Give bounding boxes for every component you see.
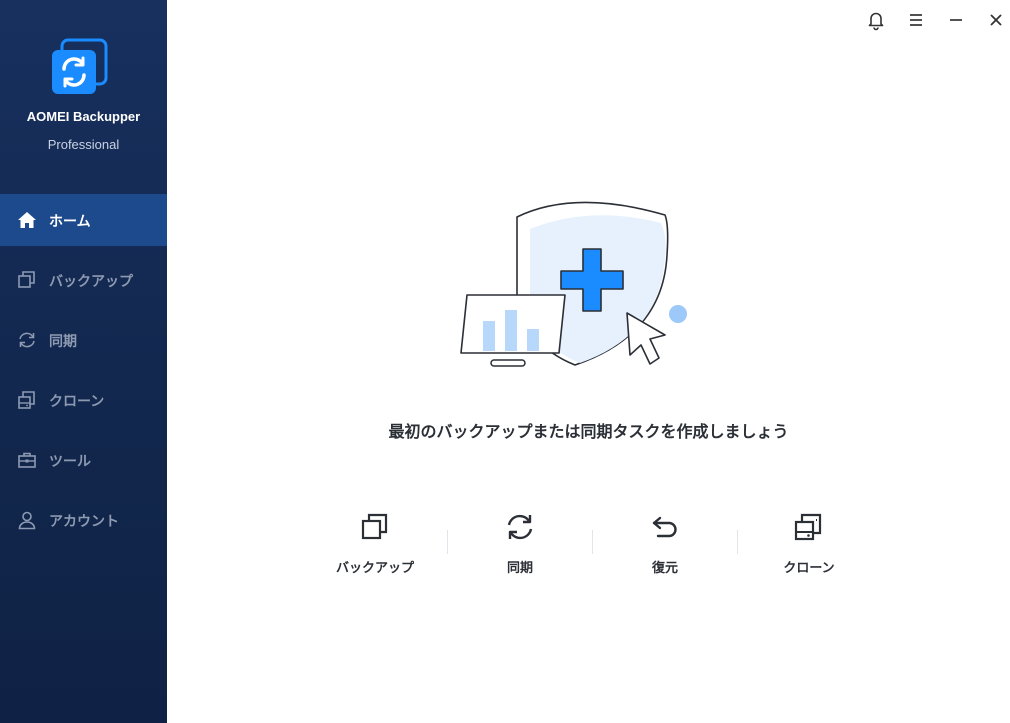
product-edition: Professional xyxy=(47,137,120,152)
headline: 最初のバックアップまたは同期タスクを作成しましょう xyxy=(388,422,789,441)
sidebar-item-label: ホーム xyxy=(49,214,91,230)
hero-illustration xyxy=(460,201,687,367)
action-label: バックアップ xyxy=(335,561,414,576)
user-icon xyxy=(18,511,36,530)
sidebar-item-label: 同期 xyxy=(49,334,77,350)
sync-icon xyxy=(507,514,533,540)
action-label: 同期 xyxy=(506,561,533,576)
action-clone-button[interactable]: クローン xyxy=(754,510,864,580)
sidebar: AOMEI Backupper Professional ホーム バックアップ xyxy=(0,0,167,723)
app-logo-icon xyxy=(50,38,110,98)
sidebar-item-sync[interactable]: 同期 xyxy=(0,314,167,366)
action-label: クローン xyxy=(783,561,835,576)
sidebar-nav: ホーム バックアップ 同期 クローン ツール アカウント xyxy=(0,194,167,554)
product-name: AOMEI Backupper xyxy=(26,109,141,124)
action-backup-button[interactable]: バックアップ xyxy=(320,510,430,580)
minimize-icon[interactable] xyxy=(945,9,967,31)
bell-icon[interactable] xyxy=(865,9,887,31)
sidebar-item-account[interactable]: アカウント xyxy=(0,494,167,546)
action-label: 復元 xyxy=(651,561,678,576)
sidebar-item-label: ツール xyxy=(49,454,91,470)
sidebar-item-tools[interactable]: ツール xyxy=(0,434,167,486)
divider xyxy=(447,530,448,554)
divider xyxy=(592,530,593,554)
sidebar-item-clone[interactable]: クローン xyxy=(0,374,167,426)
restore-icon xyxy=(652,516,677,538)
backup-icon xyxy=(18,271,35,288)
toolbox-icon xyxy=(18,452,36,468)
sidebar-item-label: クローン xyxy=(49,394,105,410)
action-sync-button[interactable]: 同期 xyxy=(465,510,575,580)
sidebar-item-home[interactable]: ホーム xyxy=(0,194,167,246)
clone-icon xyxy=(18,391,35,409)
home-icon xyxy=(18,212,36,228)
backup-icon xyxy=(361,513,388,540)
sidebar-item-label: アカウント xyxy=(49,514,119,530)
action-restore-button[interactable]: 復元 xyxy=(610,510,720,580)
clone-icon xyxy=(794,513,822,541)
divider xyxy=(737,530,738,554)
close-icon[interactable] xyxy=(985,9,1007,31)
sidebar-item-label: バックアップ xyxy=(49,274,133,290)
menu-icon[interactable] xyxy=(905,9,927,31)
sync-icon xyxy=(19,332,35,348)
app-window: AOMEI Backupper Professional ホーム バックアップ xyxy=(0,0,1010,723)
sidebar-item-backup[interactable]: バックアップ xyxy=(0,254,167,306)
